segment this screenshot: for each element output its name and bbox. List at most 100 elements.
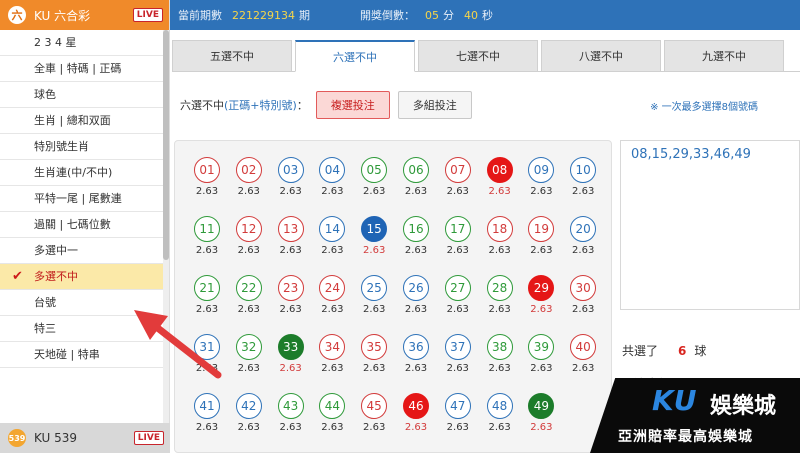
number-ball[interactable]: 38 xyxy=(486,334,513,360)
multi-select-bet-button[interactable]: 複選投注 xyxy=(315,91,390,119)
number-ball[interactable]: 46 xyxy=(403,393,429,419)
number-cell: 22 2.63 xyxy=(229,275,269,331)
number-ball[interactable]: 48 xyxy=(486,393,513,419)
draw-info-bar: 當前期數 221229134 期 開獎倒數： 05 分 40 秒 xyxy=(170,0,800,30)
number-ball[interactable]: 32 xyxy=(235,334,262,360)
number-ball[interactable]: 19 xyxy=(528,216,555,242)
sidebar-item-label: 平特一尾 | 尾數連 xyxy=(34,192,122,205)
number-ball[interactable]: 40 xyxy=(570,334,597,360)
number-ball[interactable]: 23 xyxy=(277,275,304,301)
number-ball[interactable]: 42 xyxy=(235,393,262,419)
number-cell: 12 2.63 xyxy=(229,216,269,272)
number-ball[interactable]: 27 xyxy=(444,275,471,301)
number-cell: 03 2.63 xyxy=(271,157,311,213)
number-ball[interactable]: 14 xyxy=(319,216,346,242)
number-cell: 14 2.63 xyxy=(312,216,352,272)
number-ball[interactable]: 41 xyxy=(194,393,220,419)
number-ball[interactable]: 37 xyxy=(444,334,471,360)
odds-value: 2.63 xyxy=(237,186,260,197)
number-cell: 07 2.63 xyxy=(438,157,478,213)
number-ball[interactable]: 24 xyxy=(319,275,346,301)
number-ball[interactable]: 05 xyxy=(361,157,388,183)
odds-value: 2.63 xyxy=(279,363,302,374)
number-ball[interactable]: 21 xyxy=(194,275,220,301)
checkmark-icon: ✔ xyxy=(12,269,23,284)
scrollbar-thumb[interactable] xyxy=(163,30,169,260)
odds-value: 2.63 xyxy=(488,245,511,256)
number-ball[interactable]: 26 xyxy=(403,275,429,301)
number-ball[interactable]: 01 xyxy=(194,157,220,183)
sidebar-item[interactable]: 生肖 | 總和双面 xyxy=(0,108,169,134)
number-ball[interactable]: 18 xyxy=(486,216,513,242)
odds-value: 2.63 xyxy=(279,304,302,315)
number-ball[interactable]: 43 xyxy=(277,393,304,419)
number-ball[interactable]: 12 xyxy=(235,216,262,242)
number-cell: 43 2.63 xyxy=(271,393,311,449)
number-cell: 08 2.63 xyxy=(480,157,520,213)
number-ball[interactable]: 33 xyxy=(277,334,304,360)
sidebar-item[interactable]: 生肖連(中/不中) xyxy=(0,160,169,186)
number-cell: 39 2.63 xyxy=(521,334,561,390)
ku539-icon: 539 xyxy=(8,429,26,447)
tab[interactable]: 九選不中 xyxy=(664,40,784,72)
number-ball[interactable]: 47 xyxy=(444,393,471,419)
number-ball[interactable]: 22 xyxy=(235,275,262,301)
number-ball[interactable]: 03 xyxy=(277,157,304,183)
multi-group-bet-button[interactable]: 多組投注 xyxy=(397,91,472,119)
number-ball[interactable]: 29 xyxy=(528,275,555,301)
live-badge[interactable]: LIVE xyxy=(132,8,163,22)
sidebar-item[interactable]: 多選中一 xyxy=(0,238,169,264)
number-cell: 48 2.63 xyxy=(480,393,520,449)
sidebar-item[interactable]: 全車 | 特碼 | 正碼 xyxy=(0,56,169,82)
sidebar-item[interactable]: 特別號生肖 xyxy=(0,134,169,160)
number-ball[interactable]: 49 xyxy=(528,393,555,419)
number-ball[interactable]: 11 xyxy=(194,216,220,242)
sidebar-item[interactable]: 2 3 4 星 xyxy=(0,30,169,56)
number-ball[interactable]: 20 xyxy=(570,216,597,242)
tab[interactable]: 七選不中 xyxy=(418,40,538,72)
sidebar-item[interactable]: ✔ 多選不中 xyxy=(0,264,169,290)
sidebar-header-title: KU 六合彩 xyxy=(34,8,91,23)
number-ball[interactable]: 04 xyxy=(319,157,346,183)
number-ball[interactable]: 02 xyxy=(235,157,262,183)
sidebar-header-mark6[interactable]: 六 KU 六合彩 LIVE xyxy=(0,0,169,30)
number-ball[interactable]: 39 xyxy=(528,334,555,360)
number-ball[interactable]: 06 xyxy=(403,157,429,183)
odds-value: 2.63 xyxy=(321,363,344,374)
number-ball[interactable]: 08 xyxy=(486,157,513,183)
number-cell: 11 2.63 xyxy=(187,216,227,272)
number-ball[interactable]: 25 xyxy=(361,275,388,301)
sidebar-item[interactable]: 球色 xyxy=(0,82,169,108)
sidebar-item-label: 生肖連(中/不中) xyxy=(34,166,113,179)
selection-count: 共選了 6 球 xyxy=(622,342,706,359)
mode-label: 六選不中 xyxy=(180,99,224,112)
number-ball[interactable]: 45 xyxy=(361,393,388,419)
number-ball[interactable]: 35 xyxy=(361,334,388,360)
bet-type-tabs: 五選不中 六選不中 七選不中 八選不中 九選不中 xyxy=(172,40,800,72)
sidebar-footer-ku539[interactable]: 539 KU 539 LIVE xyxy=(0,423,170,453)
sidebar-item[interactable]: 平特一尾 | 尾數連 xyxy=(0,186,169,212)
number-ball[interactable]: 36 xyxy=(403,334,429,360)
sidebar-item[interactable]: 過關 | 七碼位數 xyxy=(0,212,169,238)
live-badge[interactable]: LIVE xyxy=(133,431,164,445)
number-ball[interactable]: 09 xyxy=(528,157,555,183)
number-ball[interactable]: 44 xyxy=(319,393,346,419)
count-unit: 球 xyxy=(694,344,707,358)
number-ball[interactable]: 30 xyxy=(570,275,597,301)
number-ball[interactable]: 07 xyxy=(444,157,471,183)
tab[interactable]: 五選不中 xyxy=(172,40,292,72)
number-ball[interactable]: 13 xyxy=(277,216,304,242)
odds-value: 2.63 xyxy=(321,245,344,256)
brand-slogan: 亞洲賠率最高娛樂城 xyxy=(618,429,753,445)
tab[interactable]: 八選不中 xyxy=(541,40,661,72)
sidebar-item-label: 球色 xyxy=(34,88,56,101)
number-ball[interactable]: 17 xyxy=(444,216,471,242)
number-cell: 16 2.63 xyxy=(396,216,436,272)
tab[interactable]: 六選不中 xyxy=(295,40,415,72)
number-ball[interactable]: 34 xyxy=(319,334,346,360)
number-ball[interactable]: 10 xyxy=(570,157,597,183)
number-ball[interactable]: 15 xyxy=(361,216,388,242)
number-ball[interactable]: 16 xyxy=(403,216,429,242)
number-cell: 05 2.63 xyxy=(354,157,394,213)
number-ball[interactable]: 28 xyxy=(486,275,513,301)
